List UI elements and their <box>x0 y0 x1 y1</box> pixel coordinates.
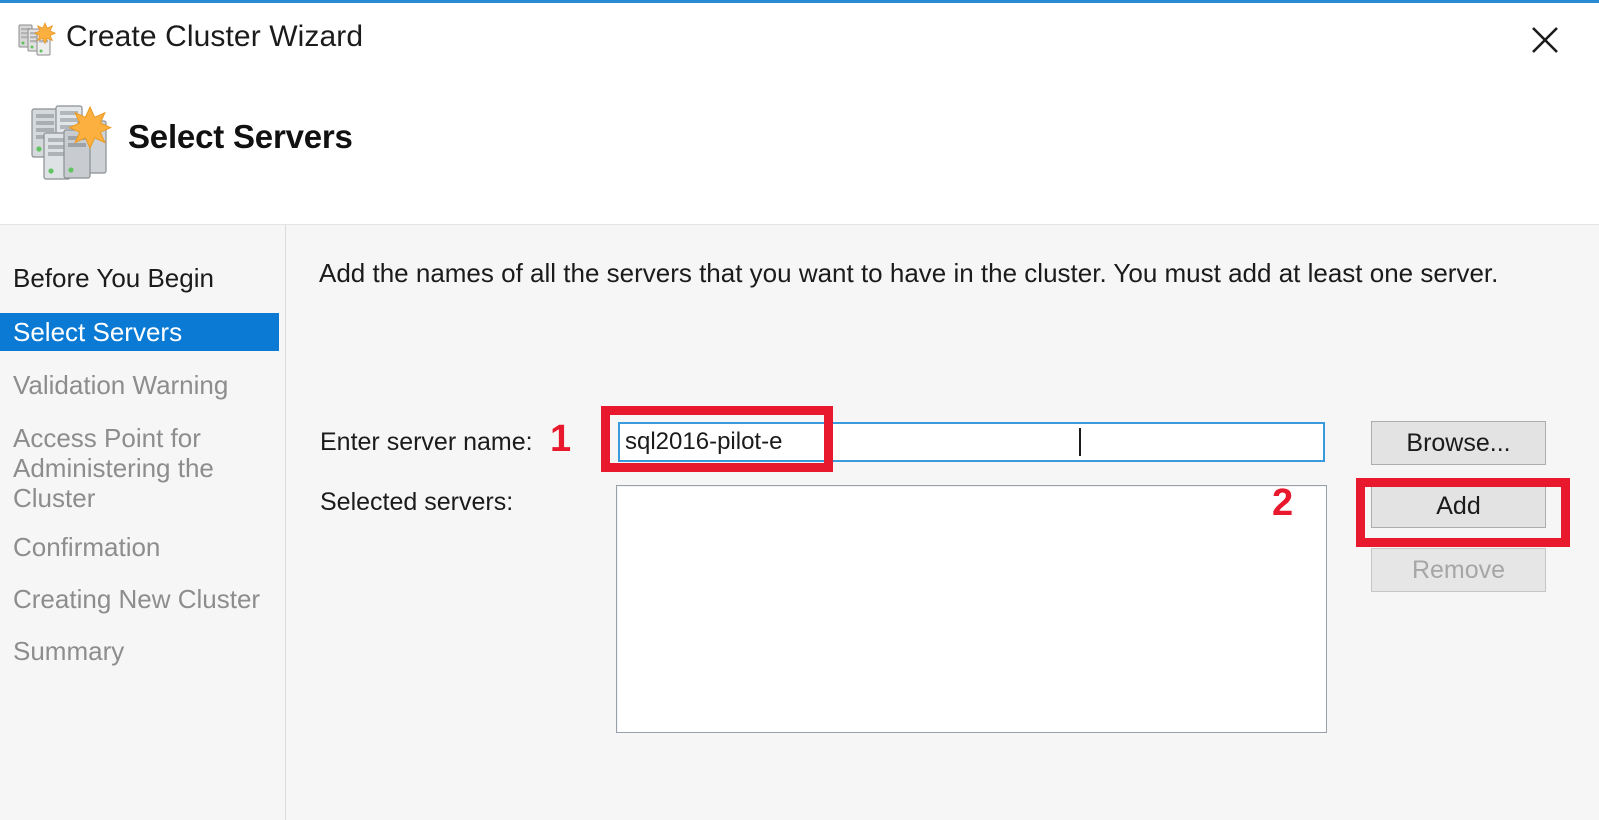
instruction-text: Add the names of all the servers that yo… <box>319 258 1499 288</box>
main-panel: Add the names of all the servers that yo… <box>286 225 1599 820</box>
add-button[interactable]: Add <box>1371 484 1546 528</box>
window-title: Create Cluster Wizard <box>66 20 364 53</box>
page-title: Select Servers <box>128 118 353 155</box>
servers-stack-icon <box>26 99 118 187</box>
sidebar-item-creating-new-cluster[interactable]: Creating New Cluster <box>0 580 279 618</box>
server-name-input[interactable] <box>618 422 1325 462</box>
close-icon[interactable] <box>1519 15 1571 63</box>
page-banner: Select Servers <box>0 75 1599 225</box>
sidebar-item-confirmation[interactable]: Confirmation <box>0 528 279 566</box>
enter-server-name-label: Enter server name: <box>320 428 533 456</box>
selected-servers-listbox[interactable] <box>616 485 1327 733</box>
sidebar-item-before-you-begin[interactable]: Before You Begin <box>0 259 279 297</box>
selected-servers-label: Selected servers: <box>320 488 514 516</box>
cluster-servers-icon <box>18 21 57 57</box>
wizard-body: Before You Begin Select Servers Validati… <box>0 225 1599 820</box>
text-caret <box>1079 428 1081 456</box>
wizard-step-sidebar: Before You Begin Select Servers Validati… <box>0 225 285 820</box>
sidebar-item-select-servers[interactable]: Select Servers <box>0 313 279 351</box>
sidebar-item-summary[interactable]: Summary <box>0 632 279 670</box>
window-titlebar: Create Cluster Wizard <box>0 3 1599 75</box>
remove-button: Remove <box>1371 548 1546 592</box>
browse-button[interactable]: Browse... <box>1371 421 1546 465</box>
sidebar-item-access-point-for-administering-the-cluster[interactable]: Access Point for Administering the Clust… <box>0 419 230 517</box>
create-cluster-wizard-window: Create Cluster Wizard Select Servers Bef… <box>0 0 1599 820</box>
sidebar-item-validation-warning[interactable]: Validation Warning <box>0 366 279 404</box>
